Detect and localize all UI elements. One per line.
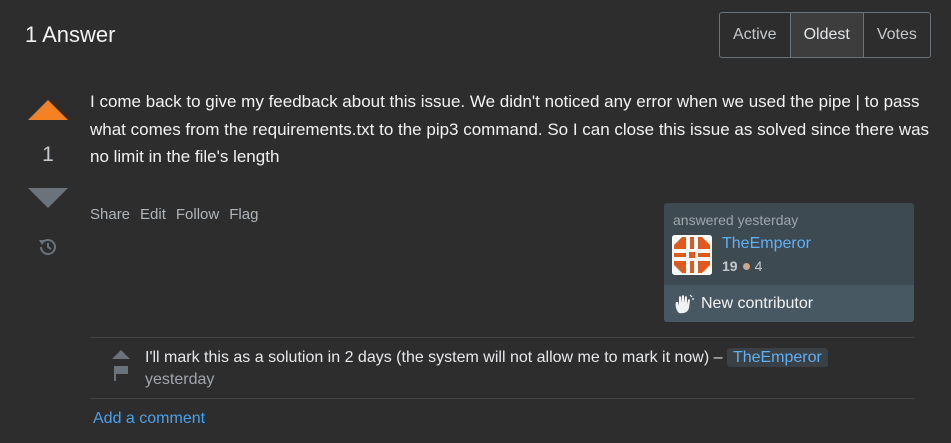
upvote-icon[interactable] xyxy=(28,100,68,120)
answered-time: answered yesterday xyxy=(673,212,799,228)
flag-link[interactable]: Flag xyxy=(229,206,258,223)
reputation-score: 19 xyxy=(722,258,738,274)
waving-hand-icon xyxy=(675,294,694,313)
edit-link[interactable]: Edit xyxy=(140,206,166,223)
answer-body: I come back to give my feedback about th… xyxy=(90,92,930,166)
sort-button-group: Active Oldest Votes xyxy=(719,12,931,58)
comment-user-link[interactable]: TheEmperor xyxy=(726,348,828,367)
comment-list: I'll mark this as a solution in 2 days (… xyxy=(90,337,914,399)
follow-link[interactable]: Follow xyxy=(176,206,219,223)
user-name-link[interactable]: TheEmperor xyxy=(722,235,811,253)
user-stats: 19 4 xyxy=(722,258,762,274)
bronze-badge-count: 4 xyxy=(754,258,763,274)
flag-icon[interactable] xyxy=(113,365,129,381)
sort-oldest-button[interactable]: Oldest xyxy=(790,13,864,57)
comment-item: I'll mark this as a solution in 2 days (… xyxy=(145,347,905,391)
comment-body: I'll mark this as a solution in 2 days (… xyxy=(145,349,723,366)
share-link[interactable]: Share xyxy=(90,206,130,223)
new-contributor-label: New contributor xyxy=(701,294,814,312)
comment-upvote-icon[interactable] xyxy=(112,350,130,359)
history-icon[interactable] xyxy=(37,236,59,258)
add-comment-link[interactable]: Add a comment xyxy=(93,410,205,428)
new-contributor-bar[interactable]: New contributor xyxy=(664,285,914,322)
post-menu: Share Edit Follow Flag xyxy=(90,206,258,223)
bronze-badge-icon xyxy=(742,262,750,270)
avatar[interactable] xyxy=(672,235,712,275)
vote-count: 1 xyxy=(42,143,54,166)
user-card: answered yesterday TheEmperor 19 4 New c… xyxy=(664,203,914,322)
sort-active-button[interactable]: Active xyxy=(720,13,791,57)
answers-heading: 1 Answer xyxy=(25,22,116,47)
sort-votes-button[interactable]: Votes xyxy=(864,13,930,57)
comment-actions xyxy=(111,350,131,381)
downvote-icon[interactable] xyxy=(28,188,68,208)
vote-column: 1 xyxy=(27,100,69,258)
comment-date[interactable]: yesterday xyxy=(145,371,214,388)
